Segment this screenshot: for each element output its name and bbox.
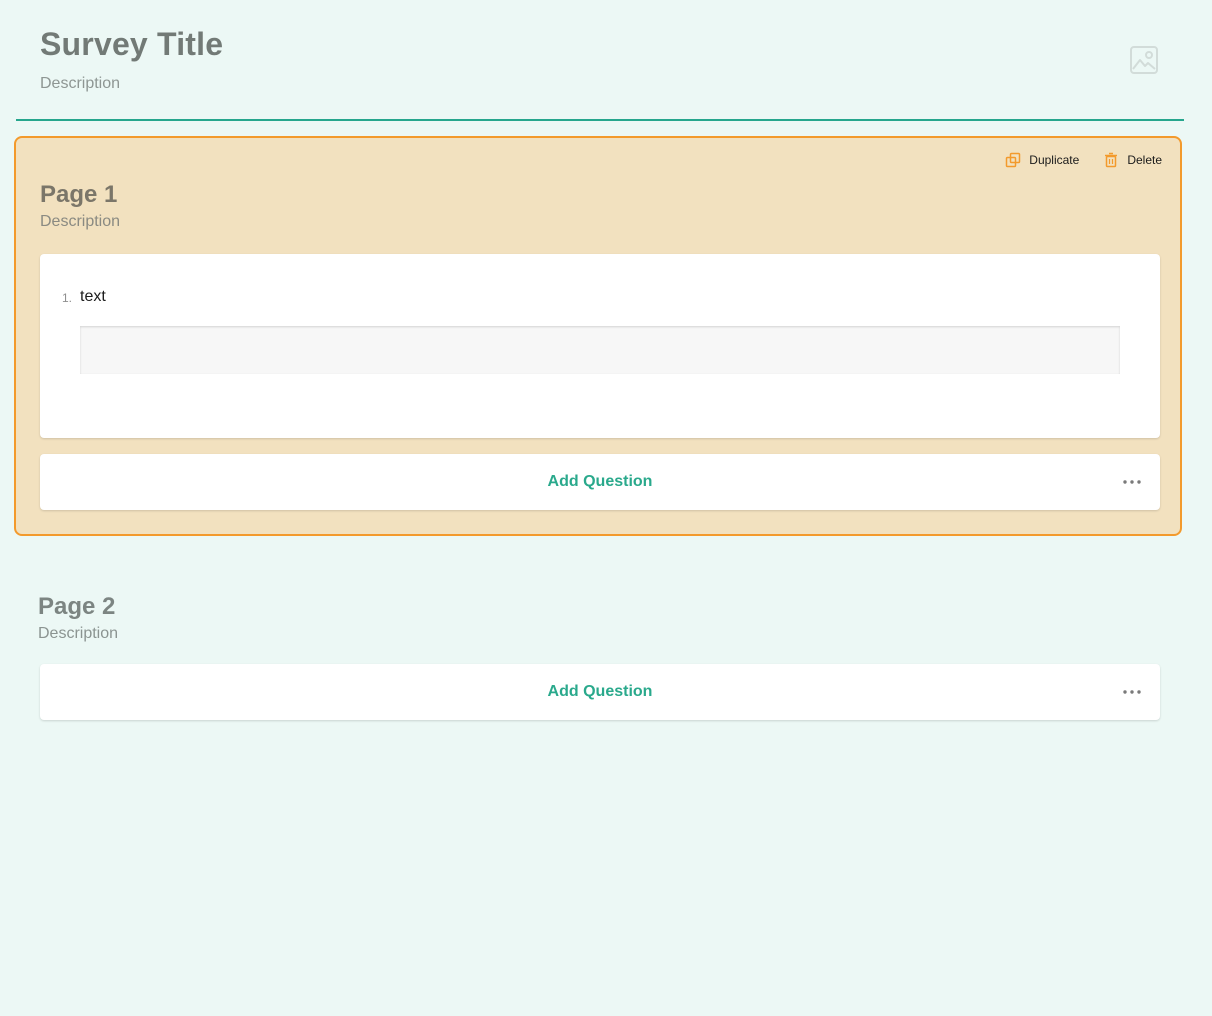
- delete-page-button[interactable]: Delete: [1103, 152, 1162, 168]
- ellipsis-icon[interactable]: [1122, 682, 1142, 702]
- question-card[interactable]: 1. text: [40, 254, 1160, 438]
- page-1-panel[interactable]: Duplicate Delete Page 1 Description 1. t…: [14, 136, 1182, 536]
- page-title[interactable]: Page 2: [38, 592, 115, 622]
- page-description[interactable]: Description: [38, 624, 118, 644]
- page-description[interactable]: Description: [40, 212, 120, 232]
- logo-placeholder-icon[interactable]: [1128, 44, 1160, 76]
- duplicate-icon: [1005, 152, 1021, 168]
- header-divider: [16, 119, 1184, 121]
- duplicate-label: Duplicate: [1029, 153, 1080, 167]
- add-question-button[interactable]: Add Question: [40, 454, 1120, 510]
- delete-label: Delete: [1127, 153, 1162, 167]
- page-actions: Duplicate Delete: [1005, 152, 1162, 168]
- add-question-bar: Add Question: [40, 454, 1160, 510]
- survey-description[interactable]: Description: [40, 74, 120, 94]
- add-question-button[interactable]: Add Question: [40, 664, 1120, 720]
- add-question-bar: Add Question: [40, 664, 1160, 720]
- duplicate-page-button[interactable]: Duplicate: [1005, 152, 1079, 168]
- survey-title[interactable]: Survey Title: [40, 24, 223, 64]
- page-2-panel[interactable]: Page 2 Description Add Question: [14, 560, 1182, 740]
- page-title[interactable]: Page 1: [40, 180, 117, 210]
- question-text-input[interactable]: [80, 326, 1120, 374]
- survey-header: Survey Title Description: [0, 0, 1212, 122]
- trash-icon: [1103, 152, 1119, 168]
- question-number: 1.: [62, 291, 73, 305]
- question-title[interactable]: text: [80, 288, 106, 306]
- ellipsis-icon[interactable]: [1122, 472, 1142, 492]
